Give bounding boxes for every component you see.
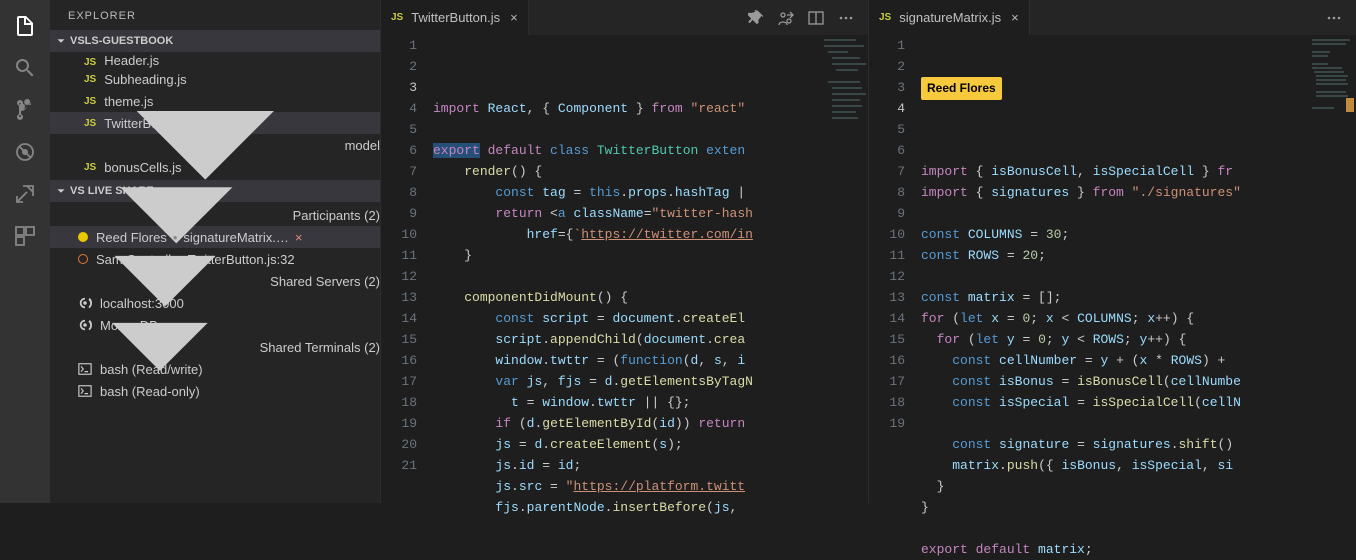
extensions-icon[interactable]	[13, 224, 37, 248]
code[interactable]: Reed Flores imp	[921, 35, 1356, 560]
tab-bar: JS TwitterButton.js ×	[381, 0, 868, 35]
tab-twitterbutton[interactable]: JS TwitterButton.js ×	[381, 0, 529, 35]
js-icon: JS	[879, 12, 891, 23]
chevron-down-icon	[54, 34, 68, 48]
files-icon[interactable]	[13, 14, 37, 38]
more-icon[interactable]	[838, 10, 854, 26]
liveshare-tree: Participants (2) Reed Flores • signature…	[50, 202, 380, 404]
code-area[interactable]: 12345678910111213141516171819 Reed Flore…	[869, 35, 1356, 560]
close-icon[interactable]: ×	[295, 230, 303, 245]
gutter: 12345678910111213141516171819	[869, 35, 921, 560]
terminal-icon	[78, 362, 92, 376]
pin-icon[interactable]	[748, 10, 764, 26]
tab-bar: JS signatureMatrix.js ×	[869, 0, 1356, 35]
activity-bar	[0, 0, 50, 503]
tab-actions	[1326, 10, 1356, 26]
follow-icon[interactable]	[778, 10, 794, 26]
editor-signaturematrix: JS signatureMatrix.js × 1234567891011121…	[868, 0, 1356, 503]
terminal-icon	[78, 384, 92, 398]
presence-label: Reed Flores	[921, 77, 1002, 100]
terminal-name: bash (Read-only)	[100, 384, 200, 399]
code[interactable]: import React, { Component } from "react"…	[433, 35, 868, 539]
shared-terminals-label: Shared Terminals (2)	[260, 340, 380, 355]
editor-group: JS TwitterButton.js × 123456789101112131…	[380, 0, 1356, 503]
code-area[interactable]: 123456789101112131415161718192021	[381, 35, 868, 539]
debug-icon[interactable]	[13, 140, 37, 164]
source-control-icon[interactable]	[13, 98, 37, 122]
close-icon[interactable]: ×	[510, 10, 518, 25]
editor-twitterbutton: JS TwitterButton.js × 123456789101112131…	[380, 0, 868, 503]
shared-servers-label: Shared Servers (2)	[270, 274, 380, 289]
tab-label: TwitterButton.js	[411, 10, 500, 25]
js-icon: JS	[391, 12, 403, 23]
explorer-panel: EXPLORER VSLS-GUESTBOOK JSHeader.jsJSSub…	[50, 0, 380, 503]
more-icon[interactable]	[1326, 10, 1342, 26]
split-editor-icon[interactable]	[808, 10, 824, 26]
chevron-down-icon	[64, 251, 256, 443]
tab-label: signatureMatrix.js	[899, 10, 1001, 25]
tab-actions	[748, 10, 868, 26]
search-icon[interactable]	[13, 56, 37, 80]
tab-signaturematrix[interactable]: JS signatureMatrix.js ×	[869, 0, 1030, 35]
gutter: 123456789101112131415161718192021	[381, 35, 433, 539]
terminal-name: bash (Read/write)	[100, 362, 203, 377]
close-icon[interactable]: ×	[1011, 10, 1019, 25]
presence-marker	[1346, 98, 1354, 112]
shared-terminals-group[interactable]: Shared Terminals (2)	[50, 336, 380, 358]
live-share-icon[interactable]	[13, 182, 37, 206]
participants-label: Participants (2)	[293, 208, 380, 223]
